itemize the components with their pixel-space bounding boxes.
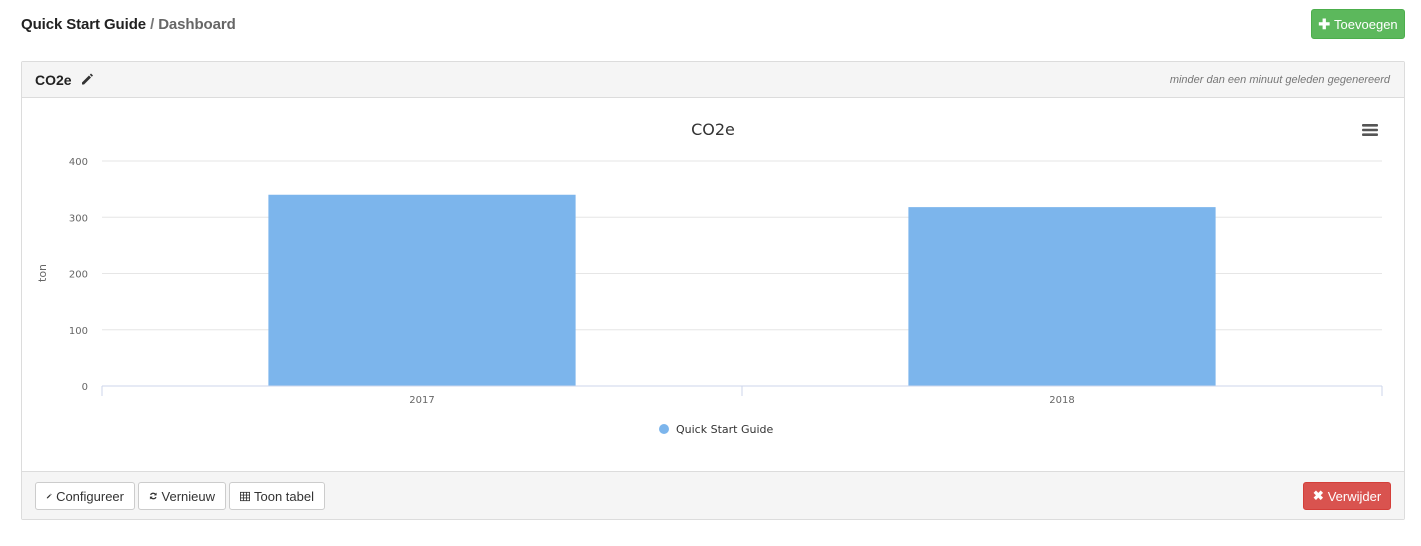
- bar-2017[interactable]: [268, 194, 576, 386]
- breadcrumb-separator: /: [146, 16, 159, 33]
- delete-button[interactable]: ✖ Verwijder: [1303, 482, 1391, 510]
- chart-bars: [268, 194, 1216, 386]
- x-tick-label: 2018: [1049, 395, 1074, 406]
- breadcrumb: Quick Start Guide / Dashboard: [21, 16, 236, 33]
- widget-header: CO2e minder dan een minuut geleden gegen…: [22, 62, 1404, 98]
- show-table-button[interactable]: Toon tabel: [229, 482, 325, 510]
- breadcrumb-root[interactable]: Quick Start Guide: [21, 16, 146, 33]
- generated-timestamp: minder dan een minuut geleden gegenereer…: [1169, 74, 1390, 86]
- x-tick-label: 2017: [409, 395, 434, 406]
- breadcrumb-current: Dashboard: [158, 16, 236, 33]
- configure-button[interactable]: Configureer: [35, 482, 135, 510]
- refresh-icon: [149, 492, 157, 500]
- page-header: Quick Start Guide / Dashboard ✚ Toevoege…: [0, 0, 1421, 52]
- legend-marker: [659, 424, 669, 434]
- table-icon: [240, 491, 250, 501]
- pencil-icon: [46, 493, 52, 499]
- co2e-bar-chart: CO2e 0 100 200 300 400 ton 2017 2018 Quick St…: [36, 120, 1383, 436]
- chart-area: CO2e 0 100 200 300 400 ton 2017 2018 Quick St…: [22, 99, 1404, 471]
- y-tick-label: 0: [82, 382, 88, 393]
- legend-label: Quick Start Guide: [676, 423, 774, 436]
- widget-title: CO2e: [35, 72, 72, 88]
- bar-2018[interactable]: [908, 207, 1216, 386]
- hamburger-icon[interactable]: [1362, 123, 1378, 137]
- y-axis-ticks: 0 100 200 300 400: [69, 157, 88, 393]
- refresh-button[interactable]: Vernieuw: [138, 482, 226, 510]
- y-tick-label: 400: [69, 157, 88, 168]
- configure-label: Configureer: [56, 488, 124, 504]
- add-widget-label: Toevoegen: [1334, 16, 1398, 32]
- chart-title: CO2e: [691, 120, 735, 139]
- y-axis-label: ton: [36, 264, 49, 282]
- add-widget-button[interactable]: ✚ Toevoegen: [1311, 9, 1405, 39]
- y-tick-label: 200: [69, 270, 88, 281]
- y-tick-label: 100: [69, 326, 88, 337]
- widget-panel: CO2e minder dan een minuut geleden gegen…: [21, 61, 1405, 520]
- pencil-icon[interactable]: [80, 72, 94, 86]
- x-axis-ticks: 2017 2018: [101, 386, 1383, 406]
- chart-legend[interactable]: Quick Start Guide: [659, 423, 774, 436]
- show-table-label: Toon tabel: [254, 488, 314, 504]
- widget-footer: Configureer Vernieuw Toon tabel ✖ Verwij…: [22, 471, 1404, 519]
- y-tick-label: 300: [69, 213, 88, 224]
- refresh-label: Vernieuw: [161, 488, 215, 504]
- delete-label: Verwijder: [1327, 488, 1382, 504]
- close-icon: ✖: [1312, 488, 1324, 503]
- plus-icon: ✚: [1318, 15, 1331, 32]
